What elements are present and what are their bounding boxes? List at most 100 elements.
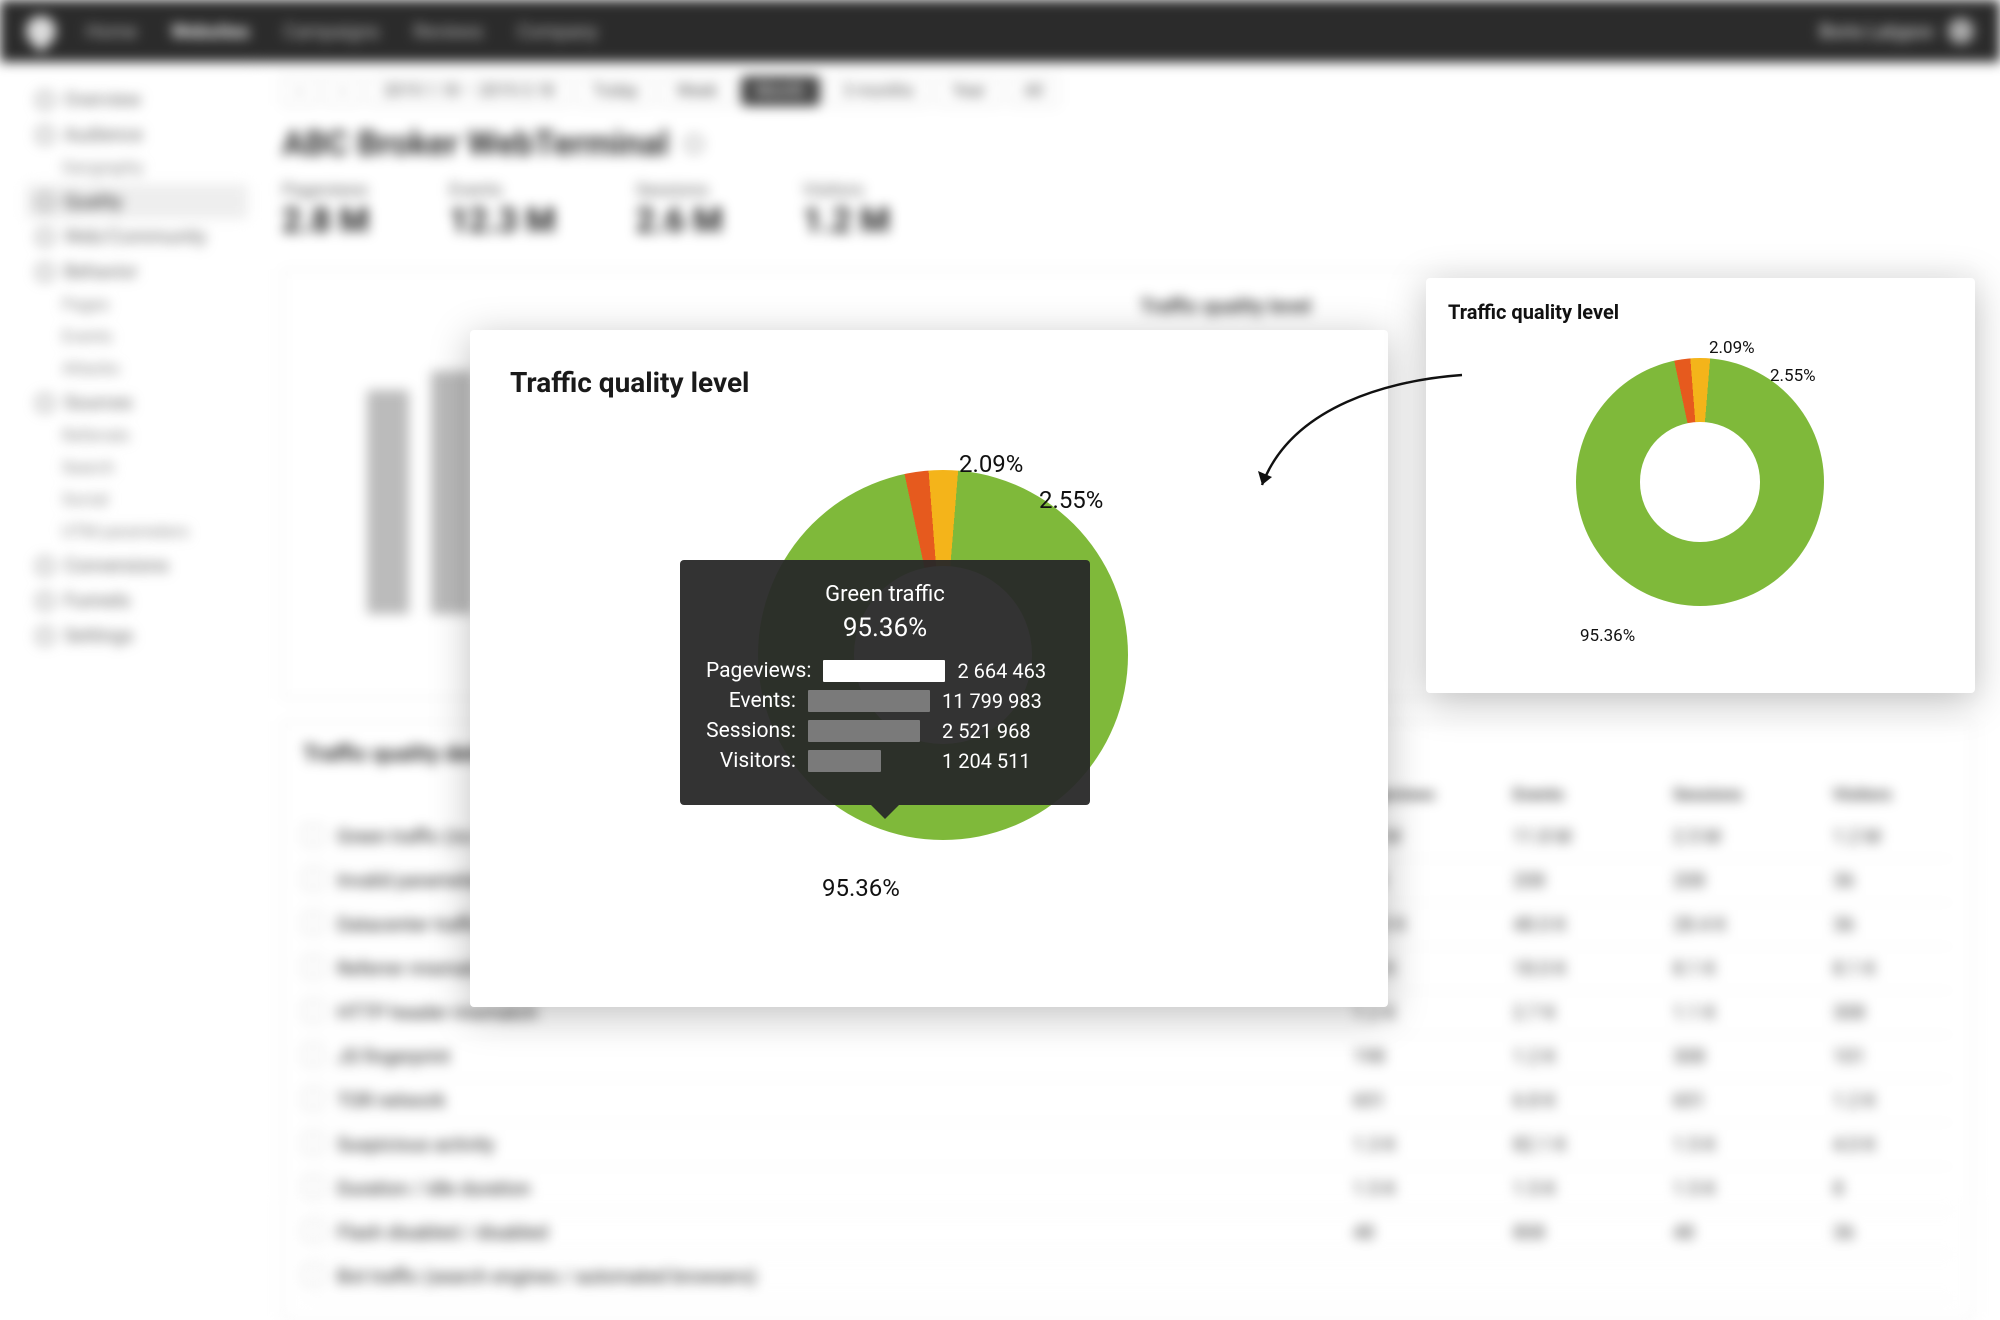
nav-company[interactable]: Company — [517, 20, 597, 43]
nav-prev-button[interactable]: ‹ — [282, 76, 317, 106]
row-checkbox[interactable] — [303, 913, 323, 933]
row-name: Flash disabled / disabled — [337, 1221, 1353, 1244]
nav-websites[interactable]: Websites — [171, 20, 249, 43]
row-checkbox[interactable] — [303, 869, 323, 889]
table-row[interactable]: Bot traffic (search engines / automated … — [303, 1255, 1953, 1299]
table-cell: 2.5 M — [1673, 825, 1793, 848]
metric-label: Visitors — [803, 180, 890, 201]
table-cell: 208 — [1673, 869, 1793, 892]
table-cell: 36 — [1833, 1221, 1953, 1244]
table-cell: 48 — [1353, 1221, 1473, 1244]
table-cell: 208 — [1513, 869, 1633, 892]
table-cell: 651 — [1673, 1089, 1793, 1112]
table-row[interactable]: JS fingerprint1981.2 K308101 — [303, 1035, 1953, 1079]
sidebar-item-label: Settings — [64, 624, 133, 647]
chart-icon — [36, 91, 54, 109]
card-title: Traffic quality level — [510, 366, 1348, 399]
sidebar-item-funnels[interactable]: Funnels — [26, 583, 248, 618]
row-checkbox[interactable] — [303, 1133, 323, 1153]
row-checkbox[interactable] — [303, 1089, 323, 1109]
row-checkbox[interactable] — [303, 1045, 323, 1065]
sidebar-item-search-src[interactable]: Search — [26, 452, 248, 484]
metric-visitors: Visitors 1.2 M — [803, 180, 890, 241]
table-cell: 1.1 K — [1673, 1001, 1793, 1024]
tooltip-row: Sessions:2 521 968 — [706, 719, 1064, 743]
nav-home[interactable]: Home — [86, 20, 137, 43]
globe-icon — [36, 228, 54, 246]
sidebar-item-overview[interactable]: Overview — [26, 82, 248, 117]
col-events: Events — [1513, 785, 1633, 805]
tooltip-title: Green traffic — [706, 582, 1064, 607]
table-cell: 1.2 K — [1833, 1089, 1953, 1112]
top-navbar: Home Websites Campaigns Reviews Company … — [0, 0, 2000, 62]
preset-today[interactable]: Today — [578, 76, 654, 106]
sidebar-item-sources[interactable]: Sources — [26, 385, 248, 420]
sidebar-item-pages[interactable]: Pages — [26, 289, 248, 321]
table-cell: 2.7 K — [1513, 1001, 1633, 1024]
row-checkbox[interactable] — [303, 825, 323, 845]
logo-icon — [20, 10, 62, 52]
row-checkbox[interactable] — [303, 1177, 323, 1197]
tooltip-row-label: Pageviews: — [706, 659, 811, 683]
sidebar-item-social[interactable]: Social — [26, 484, 248, 516]
sidebar-item-web[interactable]: Web/Community — [26, 219, 248, 254]
table-cell: 36 — [1833, 869, 1953, 892]
table-row[interactable]: Flash disabled / disabled488084836 — [303, 1211, 1953, 1255]
nav-campaigns[interactable]: Campaigns — [284, 20, 380, 43]
sidebar-item-utm[interactable]: UTM parameters — [26, 516, 248, 548]
metric-value: 12.3 M — [449, 201, 556, 241]
sidebar-item-behavior[interactable]: Behavior — [26, 254, 248, 289]
table-cell: 48.0 K — [1513, 913, 1633, 936]
toolbar: ‹ › 2019.1.18 – 2019.3.18 Today Week Mon… — [282, 76, 1974, 106]
refresh-icon[interactable] — [685, 135, 703, 153]
user-name[interactable]: Boris Latypov — [1819, 20, 1934, 43]
avatar[interactable] — [1948, 18, 1974, 44]
table-row[interactable]: TOR network6516.8 K6511.2 K — [303, 1079, 1953, 1123]
donut-label-green-small: 95.36% — [1580, 626, 1635, 646]
metric-label: Pageviews — [282, 180, 369, 201]
tooltip-row-bar — [808, 690, 930, 712]
sidebar-item-attacks[interactable]: Attacks — [26, 353, 248, 385]
row-checkbox[interactable] — [303, 1221, 323, 1241]
table-row[interactable]: Suspicious activity1.3 K82.1 K1.5 K4.0 K — [303, 1123, 1953, 1167]
date-range[interactable]: 2019.1.18 – 2019.3.18 — [368, 76, 569, 106]
sidebar-item-label: Behavior — [64, 260, 138, 283]
target-icon — [36, 557, 54, 575]
nav-reviews[interactable]: Reviews — [414, 20, 484, 43]
sidebar-item-geography[interactable]: Geography — [26, 152, 248, 184]
donut-chart-small — [1576, 358, 1824, 606]
tooltip-row-value: 2 664 463 — [957, 659, 1079, 683]
sidebar-item-events[interactable]: Events — [26, 321, 248, 353]
tooltip-row-value: 11 799 983 — [942, 689, 1064, 713]
table-cell: 36 — [1833, 913, 1953, 936]
page-title: ABC Broker WebTerminal — [282, 124, 669, 164]
tooltip-row-label: Sessions: — [706, 719, 796, 743]
table-cell: 1.2 M — [1833, 825, 1953, 848]
preset-year[interactable]: Year — [937, 76, 1001, 106]
sidebar-item-conversions[interactable]: Conversions — [26, 548, 248, 583]
metrics-row: Pageviews 2.8 M Events 12.3 M Sessions 2… — [282, 180, 1974, 241]
tooltip-row-bar — [823, 660, 945, 682]
table-cell — [1353, 1265, 1473, 1288]
sidebar-item-quality[interactable]: Quality — [26, 184, 248, 219]
donut-label-red-small: 2.09% — [1709, 338, 1755, 358]
row-checkbox[interactable] — [303, 1001, 323, 1021]
row-name: Suspicious activity — [337, 1133, 1353, 1156]
preset-all[interactable]: All — [1009, 76, 1058, 106]
row-checkbox[interactable] — [303, 1265, 323, 1285]
sidebar-item-audience[interactable]: Audience — [26, 117, 248, 152]
card-title: Traffic quality level — [1448, 300, 1953, 324]
preset-3months[interactable]: 3 months — [828, 76, 929, 106]
preset-week[interactable]: Week — [661, 76, 732, 106]
preset-month[interactable]: Month — [741, 76, 820, 106]
col-visitors: Visitors — [1833, 785, 1953, 805]
table-row[interactable]: Duration / idle duration1.5 K1.5 K1.5 K8 — [303, 1167, 1953, 1211]
sidebar-item-settings[interactable]: Settings — [26, 618, 248, 653]
sidebar-item-referrals[interactable]: Referrals — [26, 420, 248, 452]
sidebar: Overview Audience Geography Quality Web/… — [0, 62, 256, 1197]
table-cell: 308 — [1673, 1045, 1793, 1068]
table-cell: 101 — [1833, 1045, 1953, 1068]
tooltip-row-label: Events: — [706, 689, 796, 713]
row-checkbox[interactable] — [303, 957, 323, 977]
nav-next-button[interactable]: › — [325, 76, 360, 106]
